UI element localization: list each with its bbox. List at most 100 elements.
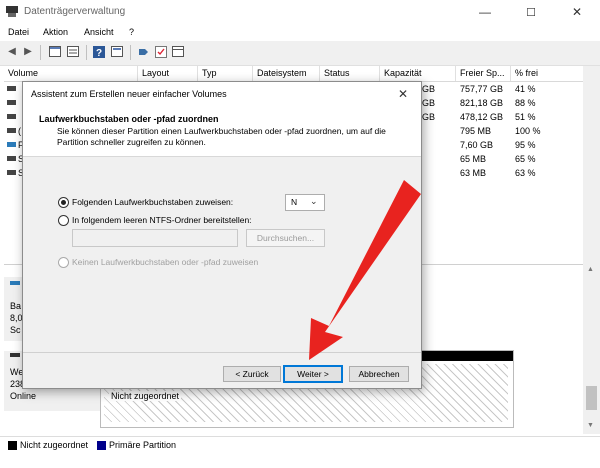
column-divider[interactable] (510, 66, 511, 81)
menu-bar: Datei Aktion Ansicht ? (0, 24, 600, 41)
back-arrow-icon[interactable]: ◀ (5, 45, 19, 58)
disk-label-line: Sc (10, 325, 21, 335)
close-button[interactable]: ✕ (554, 0, 600, 24)
percent-free-cell: 63 % (515, 168, 536, 178)
free-space-cell: 478,12 GB (460, 112, 504, 122)
free-space-cell: 795 MB (460, 126, 492, 136)
percent-free-cell: 100 % (515, 126, 541, 136)
legend-label-unallocated: Nicht zugeordnet (20, 440, 89, 450)
dialog-separator (23, 352, 421, 353)
checklist-icon[interactable] (154, 45, 168, 58)
column-header-capacity[interactable]: Kapazität (384, 68, 422, 78)
percent-free-cell: 65 % (515, 154, 536, 164)
capacity-cell: GB (422, 98, 436, 108)
unallocated-label: Nicht zugeordnet (109, 391, 182, 401)
column-header-status[interactable]: Status (324, 68, 350, 78)
browse-button[interactable]: Durchsuchen... (246, 229, 325, 247)
legend-swatch-primary (97, 441, 106, 450)
connect-icon[interactable] (137, 45, 151, 58)
no-letter-label[interactable]: Keinen Laufwerkbuchstaben oder -pfad zuw… (72, 257, 258, 267)
toolbar-separator (130, 45, 131, 60)
column-divider[interactable] (252, 66, 253, 81)
column-header-percent-free[interactable]: % frei (515, 68, 538, 78)
minimize-button[interactable]: — (462, 0, 508, 24)
properties-icon[interactable] (110, 45, 124, 58)
folder-path-input[interactable] (72, 229, 238, 247)
dialog-header: Laufwerkbuchstaben oder -pfad zuordnen S… (23, 106, 421, 157)
drive-icon (7, 86, 16, 91)
assign-letter-radio[interactable] (58, 197, 69, 208)
dialog-title: Assistent zum Erstellen neuer einfacher … (31, 89, 227, 99)
scrollbar-thumb[interactable] (586, 386, 597, 410)
drive-icon (7, 170, 16, 175)
legend-bar: Nicht zugeordnet Primäre Partition (0, 436, 600, 455)
drive-letter-value: N (291, 197, 298, 207)
mount-folder-label[interactable]: In folgendem leeren NTFS-Ordner bereitst… (72, 215, 252, 225)
help-icon[interactable]: ? (92, 45, 106, 58)
capacity-cell: GB (422, 84, 436, 94)
toolbar-separator (86, 45, 87, 60)
drive-icon (7, 114, 16, 119)
dialog-close-button[interactable]: ✕ (393, 85, 413, 103)
cancel-button[interactable]: Abbrechen (349, 366, 409, 382)
vertical-scrollbar[interactable]: ▲ ▼ (583, 66, 600, 434)
volume-list-header: Volume Layout Typ Dateisystem Status Kap… (4, 66, 584, 82)
menu-action[interactable]: Aktion (43, 27, 68, 37)
column-header-type[interactable]: Typ (202, 68, 217, 78)
free-space-cell: 7,60 GB (460, 140, 494, 150)
free-space-cell: 821,18 GB (460, 98, 504, 108)
disk-icon (10, 353, 20, 357)
drive-icon (7, 156, 16, 161)
column-header-filesystem[interactable]: Dateisystem (257, 68, 307, 78)
drive-icon (7, 100, 16, 105)
drive-letter-select[interactable]: N ⌄ (285, 194, 325, 211)
menu-help[interactable]: ? (129, 27, 134, 37)
column-header-free-space[interactable]: Freier Sp... (460, 68, 508, 78)
list-view-icon[interactable] (66, 45, 80, 58)
free-space-cell: 757,77 GB (460, 84, 504, 94)
free-space-cell: 65 MB (460, 154, 487, 164)
menu-file[interactable]: Datei (8, 27, 29, 37)
back-button[interactable]: < Zurück (223, 366, 281, 382)
dialog-heading: Laufwerkbuchstaben oder -pfad zuordnen (39, 114, 219, 124)
column-divider[interactable] (197, 66, 198, 81)
column-header-volume[interactable]: Volume (8, 68, 38, 78)
column-divider[interactable] (379, 66, 380, 81)
column-divider[interactable] (455, 66, 456, 81)
mount-folder-radio[interactable] (58, 215, 69, 226)
chevron-down-icon: ⌄ (310, 196, 318, 206)
column-divider[interactable] (137, 66, 138, 81)
percent-free-cell: 41 % (515, 84, 536, 94)
scroll-down-icon[interactable]: ▼ (587, 422, 594, 429)
new-simple-volume-wizard: Assistent zum Erstellen neuer einfacher … (22, 81, 422, 389)
toolbar-separator (40, 45, 41, 60)
no-letter-radio[interactable] (58, 257, 69, 268)
drive-icon (7, 128, 16, 133)
percent-free-cell: 95 % (515, 140, 536, 150)
dialog-title-bar: Assistent zum Erstellen neuer einfacher … (23, 82, 421, 106)
volume-cell: ( (18, 126, 21, 136)
column-header-layout[interactable]: Layout (142, 68, 169, 78)
free-space-cell: 63 MB (460, 168, 487, 178)
disk-icon (10, 281, 20, 285)
console-tree-icon[interactable] (48, 45, 62, 58)
percent-free-cell: 51 % (515, 112, 536, 122)
capacity-cell: GB (422, 112, 436, 122)
window-title: Datenträgerverwaltung (24, 6, 126, 17)
column-divider[interactable] (319, 66, 320, 81)
assign-letter-label[interactable]: Folgenden Laufwerkbuchstaben zuweisen: (72, 197, 233, 207)
legend-swatch-unallocated (8, 441, 17, 450)
maximize-button[interactable]: ☐ (508, 0, 554, 24)
percent-free-cell: 88 % (515, 98, 536, 108)
scroll-up-icon[interactable]: ▲ (587, 266, 594, 273)
toolbar: ◀ ▶ ? (0, 41, 600, 66)
drive-icon (7, 142, 16, 147)
disk-label-line: 8,0 (10, 313, 23, 323)
forward-arrow-icon[interactable]: ▶ (21, 45, 35, 58)
window-icon[interactable] (171, 45, 185, 58)
menu-view[interactable]: Ansicht (84, 27, 114, 37)
title-bar: Datenträgerverwaltung — ☐ ✕ (0, 0, 600, 24)
legend-label-primary: Primäre Partition (109, 440, 177, 450)
next-button[interactable]: Weiter > (283, 365, 343, 383)
disk-label-line: Online (10, 391, 37, 401)
